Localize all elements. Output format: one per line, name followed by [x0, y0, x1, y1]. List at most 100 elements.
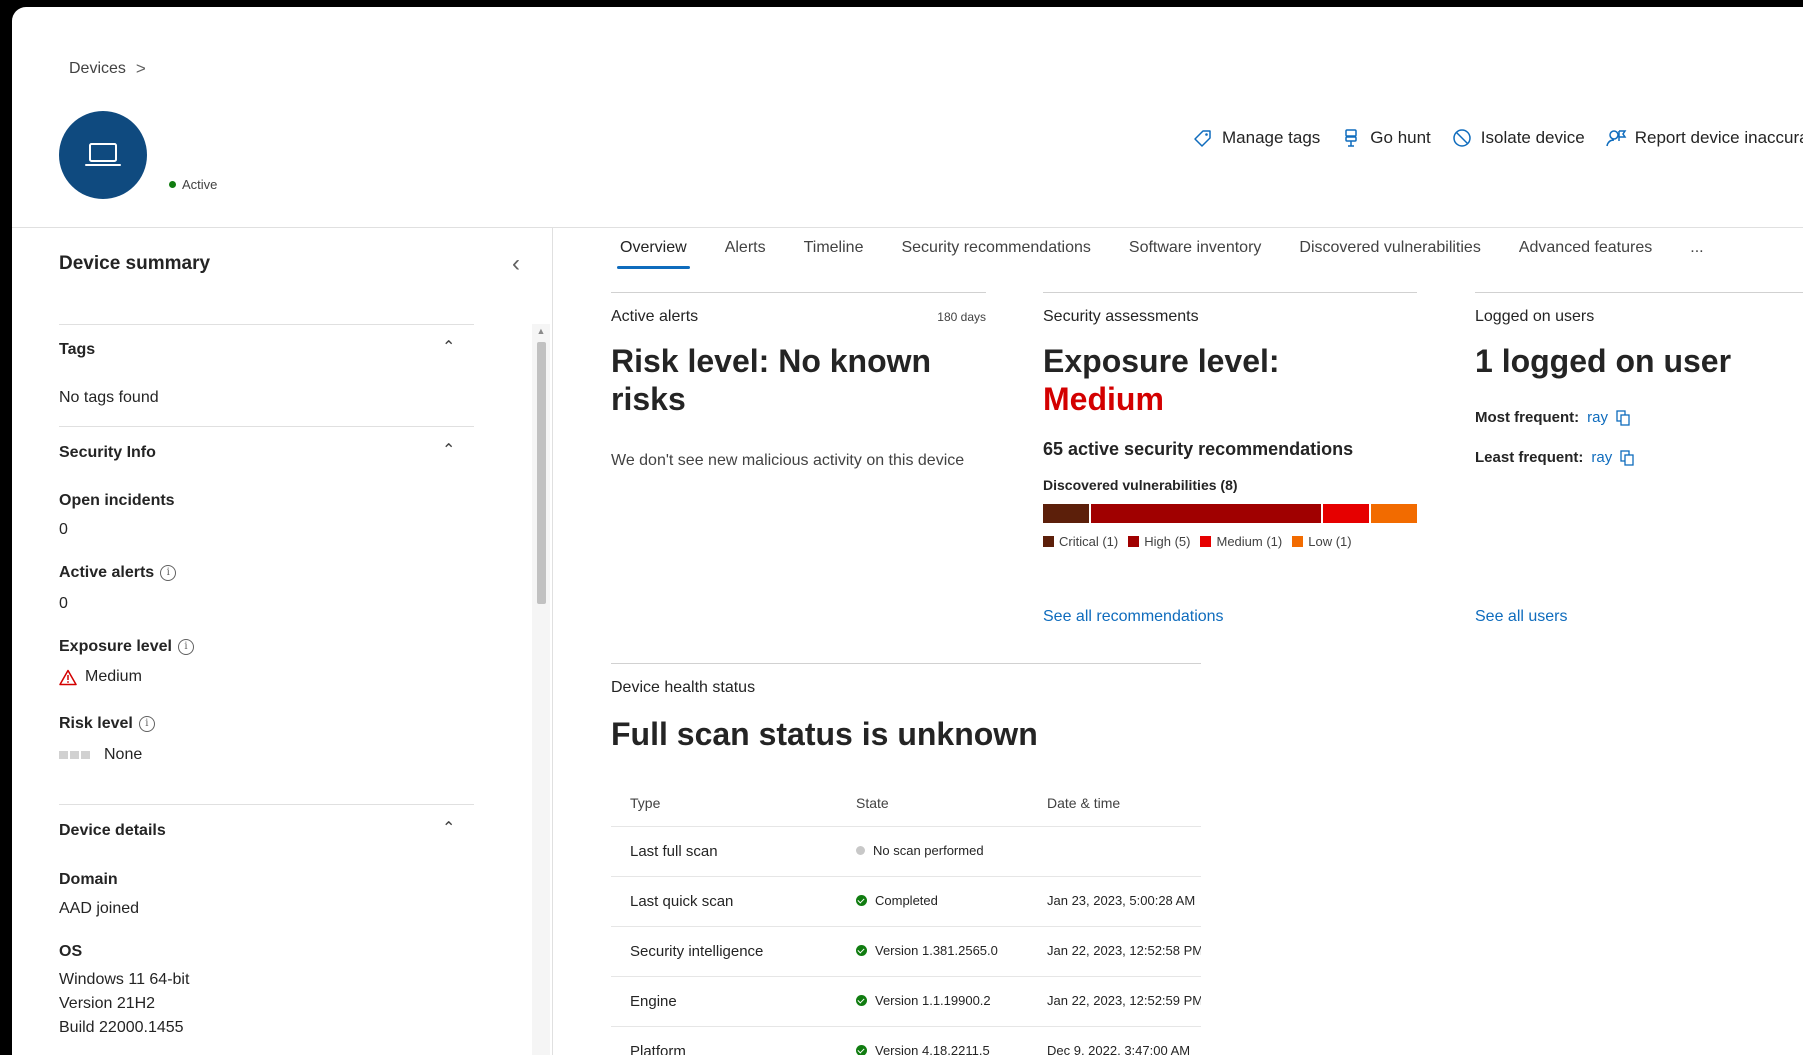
chevron-up-icon[interactable]: ⌃ — [442, 337, 455, 357]
tab-alerts[interactable]: Alerts — [725, 239, 766, 269]
status-dot-icon — [169, 181, 176, 188]
security-info-heading[interactable]: Security Info — [59, 444, 459, 462]
info-icon[interactable]: i — [160, 565, 177, 581]
vulnerability-segment — [1091, 504, 1321, 523]
device-summary-title: Device summary — [59, 253, 211, 274]
active-alerts-label: Active alerts i — [59, 564, 177, 582]
legend-swatch — [1292, 536, 1304, 547]
os-value: Windows 11 64-bit Version 21H2 Build 220… — [59, 968, 189, 1040]
tag-icon — [1194, 130, 1211, 147]
os-line: Windows 11 64-bit — [59, 971, 190, 988]
exposure-level-value: Medium — [59, 668, 142, 686]
chevron-right-icon: > — [135, 59, 146, 78]
manage-tags-label: Manage tags — [1222, 128, 1321, 147]
info-icon[interactable]: i — [177, 639, 194, 655]
tab-discovered-vulnerabilities[interactable]: Discovered vulnerabilities — [1299, 239, 1480, 269]
table-header: Type State Date & time — [611, 779, 1201, 826]
laptop-icon — [85, 143, 121, 166]
scan-status-title: Full scan status is unknown — [611, 716, 1038, 752]
device-page: Devices > Active Manage tags Go hunt Iso… — [12, 7, 1803, 1055]
go-hunt-label: Go hunt — [1370, 128, 1431, 147]
os-line: Version 21H2 — [59, 995, 156, 1012]
card-divider — [1043, 292, 1417, 293]
tags-heading[interactable]: Tags — [59, 341, 459, 359]
breadcrumb-devices[interactable]: Devices — [69, 60, 126, 78]
vulnerability-segment — [1043, 504, 1089, 523]
action-bar: Manage tags Go hunt Isolate device Repor… — [1192, 127, 1803, 149]
row-type: Engine — [630, 993, 677, 1010]
legend-item: High (5) — [1128, 534, 1190, 549]
tab-bar: Overview Alerts Timeline Security recomm… — [617, 239, 1704, 269]
go-hunt-button[interactable]: Go hunt — [1340, 127, 1431, 149]
legend-item: Low (1) — [1292, 534, 1352, 549]
vulnerability-legend: Critical (1) High (5) Medium (1) Low (1) — [1043, 534, 1352, 549]
section-divider — [59, 426, 474, 427]
legend-label: Low (1) — [1308, 534, 1352, 549]
most-frequent-user-link[interactable]: ray — [1587, 409, 1608, 426]
more-tabs-button[interactable]: ... — [1690, 239, 1703, 269]
report-device-button[interactable]: Report device inaccurac — [1605, 127, 1803, 149]
vulnerability-segment — [1323, 504, 1369, 523]
open-incidents-value: 0 — [59, 521, 68, 538]
copy-icon[interactable] — [1616, 409, 1630, 426]
row-type: Last quick scan — [630, 893, 734, 910]
least-frequent-user-link[interactable]: ray — [1591, 449, 1612, 466]
table-row[interactable]: Platform Version 4.18.2211.5 Dec 9, 2022, … — [611, 1026, 1201, 1055]
risk-level-value: None — [59, 746, 142, 764]
least-frequent-label: Least frequent: — [1475, 449, 1584, 466]
tab-security-recommendations[interactable]: Security recommendations — [901, 239, 1090, 269]
row-state-text: Version 1.1.19900.2 — [875, 993, 991, 1008]
column-header-date[interactable]: Date & time — [1047, 795, 1201, 811]
section-divider — [59, 324, 474, 325]
legend-item: Medium (1) — [1200, 534, 1282, 549]
copy-icon[interactable] — [1620, 449, 1634, 466]
most-frequent-label: Most frequent: — [1475, 409, 1580, 426]
health-table-body: Last full scan No scan performed Last quic… — [611, 826, 1201, 1055]
block-icon — [1453, 129, 1471, 147]
row-state: Completed — [856, 893, 938, 908]
device-details-heading[interactable]: Device details — [59, 822, 459, 840]
manage-tags-button[interactable]: Manage tags — [1192, 127, 1320, 149]
scroll-thumb[interactable] — [537, 342, 546, 604]
panel-scrollbar[interactable]: ▲ — [532, 324, 550, 1055]
table-row[interactable]: Last full scan No scan performed — [611, 826, 1201, 876]
info-icon[interactable]: i — [138, 716, 155, 732]
checkmark-circle-icon — [856, 995, 867, 1006]
tab-advanced-features[interactable]: Advanced features — [1519, 239, 1652, 269]
least-frequent-row: Least frequent: ray — [1475, 449, 1634, 466]
row-date: Jan 23, 2023, 5:00:28 AM — [1047, 893, 1196, 908]
exposure-level-label: Exposure level i — [59, 638, 194, 656]
chevron-up-icon[interactable]: ⌃ — [442, 440, 455, 460]
row-state: Version 1.381.2565.0 — [856, 943, 998, 958]
legend-label: Medium (1) — [1216, 534, 1283, 549]
table-row[interactable]: Security intelligence Version 1.381.2565.… — [611, 926, 1201, 976]
column-header-state[interactable]: State — [856, 795, 889, 811]
row-state-text: Version 1.381.2565.0 — [875, 943, 998, 958]
tags-value: No tags found — [59, 389, 159, 406]
tab-overview[interactable]: Overview — [617, 239, 690, 269]
isolate-device-button[interactable]: Isolate device — [1451, 127, 1585, 149]
report-person-icon — [1606, 130, 1627, 147]
legend-swatch — [1128, 536, 1140, 547]
chevron-up-icon[interactable]: ⌃ — [442, 818, 455, 838]
open-incidents-label: Open incidents — [59, 492, 175, 509]
table-row[interactable]: Engine Version 1.1.19900.2 Jan 22, 2023, 1… — [611, 976, 1201, 1026]
alerts-description: We don't see new malicious activity on t… — [611, 452, 965, 469]
row-date: Jan 22, 2023, 12:52:59 PM — [1047, 993, 1201, 1008]
scroll-up-icon[interactable]: ▲ — [532, 326, 550, 336]
table-row[interactable]: Last quick scan Completed Jan 23, 2023, 5:… — [611, 876, 1201, 926]
tab-timeline[interactable]: Timeline — [804, 239, 864, 269]
logged-on-users-title: 1 logged on user — [1475, 343, 1732, 379]
active-alerts-value: 0 — [59, 595, 68, 612]
legend-label: High (5) — [1144, 534, 1191, 549]
see-all-users-link[interactable]: See all users — [1475, 608, 1568, 626]
checkmark-circle-icon — [856, 895, 867, 906]
logged-on-users-label: Logged on users — [1475, 308, 1595, 325]
row-state-text: Completed — [875, 893, 938, 908]
tab-software-inventory[interactable]: Software inventory — [1129, 239, 1262, 269]
see-all-recommendations-link[interactable]: See all recommendations — [1043, 608, 1224, 626]
vulnerabilities-title: Discovered vulnerabilities (8) — [1043, 477, 1238, 493]
column-header-type[interactable]: Type — [630, 795, 660, 811]
isolate-device-label: Isolate device — [1480, 128, 1585, 147]
collapse-panel-icon[interactable]: ‹ — [512, 250, 520, 278]
